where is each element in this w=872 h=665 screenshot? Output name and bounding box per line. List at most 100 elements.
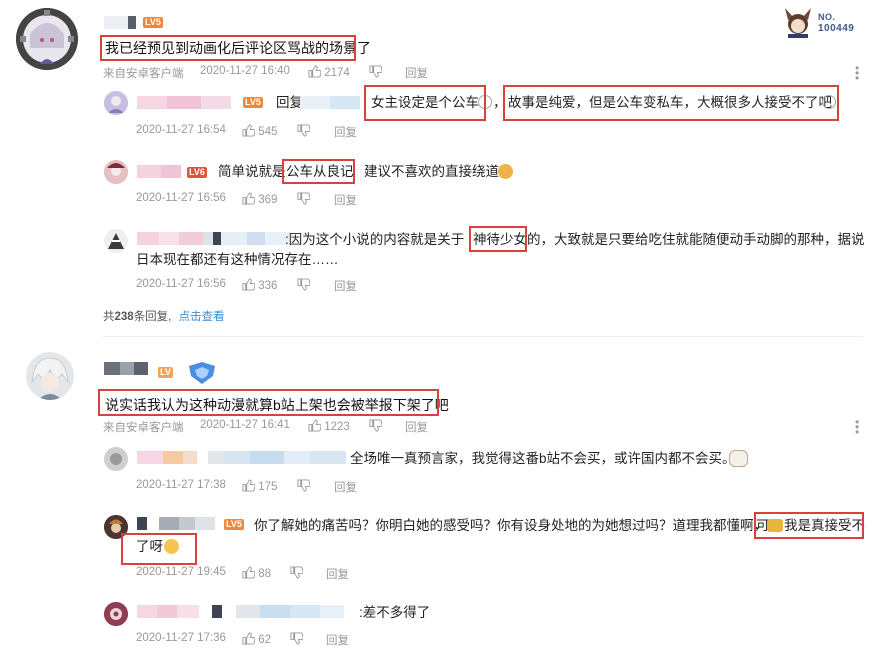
avatar[interactable] (104, 447, 128, 471)
reply-button[interactable]: 回复 (405, 419, 428, 435)
like-button[interactable]: 545 (242, 124, 277, 138)
thumb-up-icon (242, 566, 256, 579)
reply-button[interactable]: 回复 (326, 566, 349, 582)
client-label: 来自安卓客户端 (103, 68, 184, 80)
reply-button[interactable]: 回复 (334, 479, 357, 495)
avatar-character-icon (26, 352, 74, 400)
like-button[interactable]: 62 (242, 632, 271, 646)
like-button[interactable]: 1223 (308, 419, 350, 433)
highlight-box (282, 159, 355, 184)
dislike-button[interactable] (369, 65, 383, 79)
thumb-up-icon (242, 278, 256, 291)
reply-time: 2020-11-27 19:45 (136, 566, 226, 578)
like-button[interactable]: 2174 (308, 65, 350, 79)
reply-time: 2020-11-27 16:56 (136, 278, 226, 290)
badge-character-icon (785, 8, 811, 38)
username-masked[interactable] (104, 16, 136, 29)
reply-segment: 的，大致就是只要给吃住就能随便动手动脚的那种，据说 (527, 232, 865, 247)
mention-masked (203, 232, 291, 245)
avatar[interactable] (26, 352, 74, 400)
reply-meta: 2020-11-27 16:56 369 回复 (136, 192, 396, 208)
thumb-down-icon (297, 278, 311, 291)
username-masked[interactable] (104, 362, 148, 375)
reply-button[interactable]: 回复 (334, 278, 357, 294)
like-button[interactable]: 175 (242, 479, 277, 493)
reply-avatar-icon (104, 229, 128, 253)
reply-segment: 全场唯一真预言家，我觉得这番b站不会买，或许国内都不会买。 (350, 451, 736, 466)
more-options-icon[interactable]: • • • (855, 62, 859, 84)
username-masked[interactable] (137, 165, 181, 178)
username-masked[interactable] (137, 605, 199, 618)
avatar[interactable] (104, 229, 128, 253)
reply-segment: 简单说就是 (218, 164, 286, 179)
reply-avatar-icon (104, 91, 128, 115)
reply-button[interactable]: 回复 (334, 192, 357, 208)
thumb-down-icon (297, 192, 311, 205)
thumb-down-icon (297, 124, 311, 137)
doge-emoji-icon (498, 164, 513, 179)
level-badge: LV5 (243, 97, 263, 108)
avatar[interactable] (104, 160, 128, 184)
username-masked[interactable] (137, 451, 197, 464)
reply-button[interactable]: 回复 (334, 124, 357, 140)
reply-avatar-icon (104, 602, 128, 626)
more-options-icon[interactable]: • • • (855, 416, 859, 438)
like-count: 545 (258, 126, 278, 138)
mention-masked (212, 605, 344, 618)
reply-meta: 2020-11-27 19:45 88 回复 (136, 566, 396, 582)
highlight-box (469, 226, 527, 252)
reply-avatar-icon (104, 447, 128, 471)
dislike-button[interactable] (297, 278, 311, 292)
thumb-down-icon (297, 479, 311, 492)
username-masked[interactable] (137, 517, 215, 530)
comment-time: 2020-11-27 16:41 (200, 419, 290, 431)
reply-meta: 2020-11-27 16:56 336 回复 (136, 278, 396, 294)
dislike-button[interactable] (290, 566, 304, 580)
avatar[interactable] (104, 602, 128, 626)
reply-button[interactable]: 回复 (326, 632, 349, 648)
like-button[interactable]: 336 (242, 278, 277, 292)
level-badge: LV5 (143, 17, 163, 28)
dislike-button[interactable] (297, 479, 311, 493)
avatar[interactable] (16, 8, 78, 70)
view-all-replies-link[interactable]: 点击查看 (179, 311, 225, 323)
like-count: 175 (258, 481, 278, 493)
thumb-down-icon (290, 566, 304, 579)
like-count: 88 (258, 568, 271, 580)
like-count: 1223 (324, 421, 350, 433)
like-button[interactable]: 369 (242, 192, 277, 206)
comment-meta: 来自安卓客户端 2020-11-27 16:41 1223 回复 (103, 419, 843, 435)
thumb-up-icon (308, 65, 322, 78)
avatar[interactable] (104, 91, 128, 115)
comment-time: 2020-11-27 16:40 (200, 65, 290, 77)
dislike-button[interactable] (297, 124, 311, 138)
highlight-box (754, 512, 864, 539)
badge-number: 100449 (818, 23, 855, 34)
like-count: 369 (258, 194, 278, 206)
dislike-button[interactable] (297, 192, 311, 206)
thumb-up-icon (308, 419, 322, 432)
vip-shield-icon (189, 362, 215, 384)
client-label: 来自安卓客户端 (103, 422, 184, 434)
dislike-button[interactable] (290, 632, 304, 646)
like-count: 336 (258, 280, 278, 292)
reply-button[interactable]: 回复 (405, 65, 428, 81)
dislike-button[interactable] (369, 419, 383, 433)
reply-summary: 共238条回复, 点击查看 (103, 308, 225, 324)
like-count: 2174 (324, 67, 350, 79)
mention-masked (208, 451, 346, 464)
reply-meta: 2020-11-27 16:54 545 回复 (136, 124, 396, 140)
thumb-up-icon (242, 479, 256, 492)
reply-prefix: 回复 (276, 95, 303, 110)
level-badge: LV (158, 367, 173, 378)
username-masked[interactable] (137, 232, 203, 245)
thumb-down-icon (369, 419, 383, 432)
badge-label: NO. (818, 12, 836, 22)
like-button[interactable]: 88 (242, 566, 271, 580)
username-masked[interactable] (137, 96, 231, 109)
reply-count: 238 (114, 311, 134, 323)
reply-count-prefix: 共 (103, 311, 115, 323)
mention-masked (300, 96, 360, 109)
like-count: 62 (258, 634, 271, 646)
reply-segment: 你了解她的痛苦吗？你明白她的感受吗？你有设身处地的为她想过吗？道理我都懂啊， (254, 518, 767, 533)
